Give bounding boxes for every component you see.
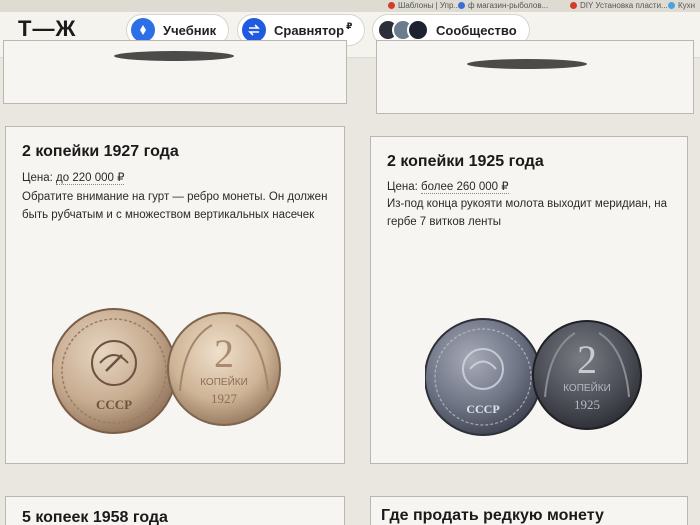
coin-card[interactable]: 5 копеек 1958 года — [5, 496, 345, 525]
card-title: 2 копейки 1925 года — [387, 153, 544, 170]
price-label: Цена: — [387, 181, 422, 193]
bookmarks-bar: Шаблоны | Упр... ф магазин-рыболов... DI… — [0, 0, 700, 12]
coin-denomination: 2 — [214, 331, 234, 376]
card-price: Цена: более 260 000 ₽ — [387, 179, 509, 194]
bookmark-item[interactable]: DIY Установка пласти... — [570, 1, 668, 10]
bookmark-item[interactable]: Шаблоны | Упр... — [388, 1, 460, 10]
price-value: более 260 000 ₽ — [421, 181, 509, 194]
nav-comparator-label: Сравнятор — [274, 22, 345, 38]
bookmark-label: ф магазин-рыболов... — [468, 1, 549, 10]
coin-photo: СССР 2 КОПЕЙКИ 1927 — [52, 308, 281, 434]
bookmark-item[interactable]: Кухн — [668, 1, 695, 10]
coin-photo: СССР 2 КОПЕЙКИ 1925 — [425, 318, 642, 436]
bookmark-favicon-icon — [458, 2, 465, 9]
bookmark-label: DIY Установка пласти... — [580, 1, 668, 10]
coin-reverse: 2 КОПЕЙКИ 1925 — [532, 320, 642, 430]
nav-textbook-label: Учебник — [163, 22, 217, 38]
card-description: Обратите внимание на гурт — ребро монеты… — [22, 191, 328, 221]
previous-card-right — [376, 40, 694, 114]
nav-community-label: Сообщество — [436, 22, 517, 38]
card-title: Где продать редкую монету — [381, 507, 604, 524]
arrows-icon — [242, 18, 266, 42]
ruble-sign: ₽ — [346, 20, 353, 31]
coin-obverse: СССР — [425, 318, 542, 436]
price-label: Цена: — [22, 172, 57, 184]
card-price: Цена: до 220 000 ₽ — [22, 170, 125, 185]
coin-word: КОПЕЙКИ — [563, 381, 611, 394]
book-icon — [131, 18, 155, 42]
coin-card[interactable]: 2 копейки 1927 года Цена: до 220 000 ₽ О… — [5, 126, 345, 464]
coin-year: 1925 — [574, 397, 600, 412]
coin-denomination: 2 — [577, 337, 597, 382]
card-title: 5 копеек 1958 года — [22, 509, 168, 525]
community-avatars-icon — [377, 19, 429, 41]
bookmark-label: Шаблоны | Упр... — [398, 1, 461, 10]
coin-obverse: СССР — [52, 308, 177, 434]
site-logo[interactable]: Т—Ж — [18, 16, 76, 42]
card-description: Из-под конца рукояти молота выходит мери… — [387, 198, 668, 228]
price-value: до 220 000 ₽ — [56, 172, 125, 185]
card-title: 2 копейки 1927 года — [22, 143, 179, 160]
coin-card[interactable]: 2 копейки 1925 года Цена: более 260 000 … — [370, 136, 688, 464]
coin-obverse-text: СССР — [466, 402, 499, 416]
info-card[interactable]: Где продать редкую монету — [370, 496, 688, 525]
coin-word: КОПЕЙКИ — [200, 375, 248, 388]
bookmark-favicon-icon — [388, 2, 395, 9]
bookmark-label: Кухн — [678, 1, 696, 10]
coin-reverse: 2 КОПЕЙКИ 1927 — [167, 312, 281, 426]
bookmark-favicon-icon — [668, 2, 675, 9]
bookmark-item[interactable]: ф магазин-рыболов... — [458, 1, 548, 10]
coin-image-fragment — [114, 51, 234, 61]
coin-year: 1927 — [211, 391, 238, 406]
coin-image-fragment — [467, 59, 587, 69]
bookmark-favicon-icon — [570, 2, 577, 9]
coin-obverse-text: СССР — [96, 397, 132, 412]
previous-card-left — [3, 40, 347, 104]
